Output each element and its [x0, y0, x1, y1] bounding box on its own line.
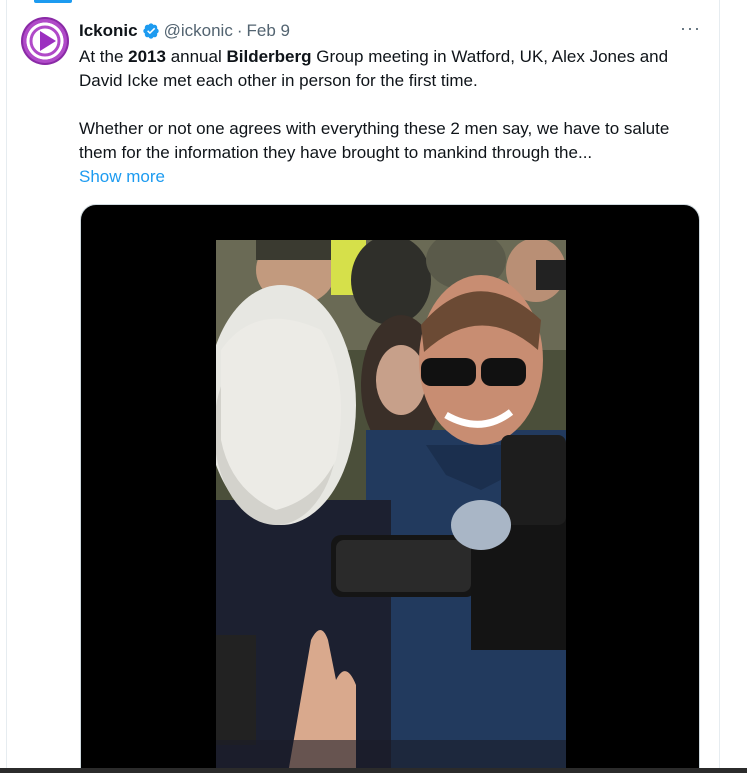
- video-thumbnail: [216, 240, 566, 773]
- tweet-body: At the 2013 annual Bilderberg Group meet…: [79, 45, 709, 189]
- top-accent-bar: [34, 0, 72, 3]
- frame-divider-right: [719, 0, 720, 773]
- video-player[interactable]: [80, 204, 700, 773]
- more-icon: ···: [680, 18, 701, 38]
- video-frame-illustration: [216, 240, 566, 773]
- author-handle[interactable]: @ickonic: [164, 19, 233, 43]
- text-bold-year: 2013: [128, 47, 166, 66]
- text-bold-name: Bilderberg: [226, 47, 312, 66]
- frame-divider-left: [6, 0, 7, 773]
- tweet-paragraph-1: At the 2013 annual Bilderberg Group meet…: [79, 45, 709, 93]
- verified-badge-icon: [142, 23, 159, 39]
- tweet-date[interactable]: Feb 9: [247, 19, 290, 43]
- taskbar-strip: [0, 768, 747, 773]
- play-logo-icon: [28, 24, 62, 58]
- author-display-name[interactable]: Ickonic: [79, 19, 138, 43]
- tweet-header: Ickonic @ickonic · Feb 9: [79, 19, 290, 43]
- text-segment: At the: [79, 47, 129, 66]
- more-options-button[interactable]: ···: [680, 18, 701, 40]
- tweet-paragraph-2: Whether or not one agrees with everythin…: [79, 119, 670, 162]
- text-segment: annual: [165, 47, 227, 66]
- show-more-link[interactable]: Show more: [79, 167, 165, 186]
- avatar[interactable]: [21, 17, 69, 65]
- header-separator: ·: [236, 21, 243, 40]
- tweet-page: Ickonic @ickonic · Feb 9 ··· At the 2013…: [0, 0, 747, 773]
